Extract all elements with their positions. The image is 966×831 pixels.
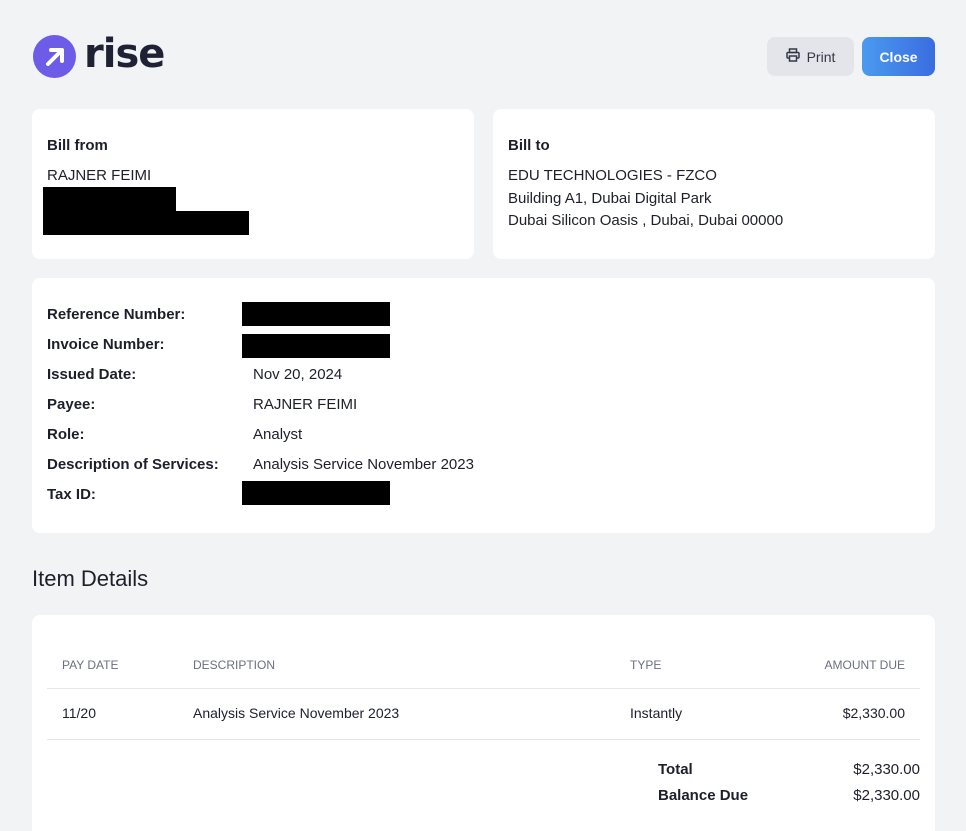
- table-divider: [47, 739, 920, 740]
- arrow-up-right-icon: [33, 35, 76, 78]
- pay-date-header: PAY DATE: [62, 658, 119, 672]
- redacted-address-line-2: [43, 211, 249, 235]
- redacted-reference-number: [242, 302, 390, 326]
- brand-name: rise: [84, 30, 165, 77]
- description-value: Analysis Service November 2023: [253, 456, 474, 473]
- bill-to-title: Bill to: [508, 137, 550, 154]
- row-pay-date: 11/20: [62, 705, 96, 721]
- row-type: Instantly: [630, 705, 683, 721]
- payee-label: Payee:: [47, 396, 96, 413]
- brand-logo: rise: [33, 30, 165, 78]
- payee-value: RAJNER FEIMI: [253, 396, 358, 413]
- row-amount-due: $2,330.00: [842, 705, 905, 721]
- printer-icon: [785, 48, 800, 65]
- issued-date-value: Nov 20, 2024: [253, 366, 343, 383]
- item-details-card: PAY DATE DESCRIPTION TYPE AMOUNT DUE 11/…: [32, 615, 935, 831]
- bill-to-address-2: Dubai Silicon Oasis , Dubai, Dubai 00000: [508, 212, 784, 229]
- redacted-address-line-1: [43, 187, 176, 211]
- table-divider: [47, 688, 920, 689]
- bill-from-name: RAJNER FEIMI: [47, 167, 152, 184]
- bill-from-card: Bill from RAJNER FEIMI: [32, 109, 474, 259]
- item-details-heading: Item Details: [32, 566, 149, 591]
- issued-date-label: Issued Date:: [47, 366, 137, 383]
- redacted-invoice-number: [242, 334, 390, 358]
- total-value: $2,330.00: [853, 761, 920, 778]
- description-label: Description of Services:: [47, 456, 219, 473]
- description-header: DESCRIPTION: [193, 658, 276, 672]
- tax-id-label: Tax ID:: [47, 486, 96, 503]
- role-label: Role:: [47, 426, 85, 443]
- print-label: Print: [806, 48, 836, 65]
- print-button[interactable]: Print: [767, 37, 854, 76]
- balance-due-value: $2,330.00: [853, 787, 920, 804]
- header-bar: rise Print Close: [0, 0, 966, 109]
- invoice-details-card: Reference Number: Invoice Number: Issued…: [32, 278, 935, 533]
- close-button[interactable]: Close: [862, 37, 935, 76]
- redacted-tax-id: [242, 481, 390, 505]
- bill-to-company: EDU TECHNOLOGIES - FZCO: [508, 167, 717, 184]
- type-header: TYPE: [630, 658, 662, 672]
- role-value: Analyst: [253, 426, 303, 443]
- amount-due-header: AMOUNT DUE: [824, 658, 905, 672]
- bill-from-title: Bill from: [47, 137, 108, 154]
- total-label: Total: [658, 761, 693, 778]
- balance-due-label: Balance Due: [658, 787, 749, 804]
- bill-to-address-1: Building A1, Dubai Digital Park: [508, 190, 712, 207]
- reference-number-label: Reference Number:: [47, 306, 186, 323]
- row-description: Analysis Service November 2023: [193, 705, 400, 721]
- bill-to-card: Bill to EDU TECHNOLOGIES - FZCO Building…: [493, 109, 935, 259]
- invoice-number-label: Invoice Number:: [47, 336, 165, 353]
